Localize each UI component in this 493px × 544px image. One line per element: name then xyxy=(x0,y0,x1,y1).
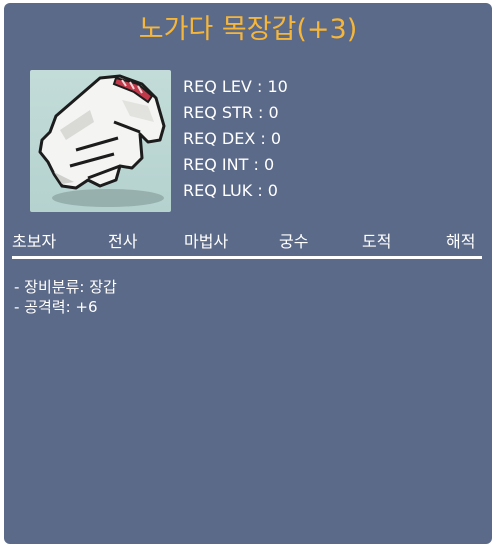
item-title: 노가다 목장갑(+3) xyxy=(138,14,358,45)
stat-equipment-type: - 장비분류: 장갑 xyxy=(14,278,117,296)
job-bowman: 궁수 xyxy=(279,232,309,251)
job-magician: 마법사 xyxy=(184,232,229,251)
requirements-list: REQ LEV : 10 REQ STR : 0 REQ DEX : 0 REQ… xyxy=(183,74,288,204)
job-warrior: 전사 xyxy=(108,232,138,251)
job-pirate: 해적 xyxy=(446,232,476,251)
stat-attack: - 공격력: +6 xyxy=(14,298,98,316)
white-work-glove-icon xyxy=(38,74,166,207)
job-thief: 도적 xyxy=(362,232,392,251)
item-tooltip: 노가다 목장갑(+3) REQ LEV : 10 REQ STR : 0 REQ… xyxy=(4,3,492,544)
divider xyxy=(12,256,482,259)
req-int: REQ INT : 0 xyxy=(183,155,275,174)
item-image xyxy=(30,70,171,212)
req-luk: REQ LUK : 0 xyxy=(183,181,278,200)
job-beginner: 초보자 xyxy=(12,232,57,251)
req-str: REQ STR : 0 xyxy=(183,103,279,122)
req-level: REQ LEV : 10 xyxy=(183,77,288,96)
req-dex: REQ DEX : 0 xyxy=(183,129,282,148)
job-list: 초보자 전사 마법사 궁수 도적 해적 xyxy=(4,228,492,252)
item-stats: - 장비분류: 장갑 - 공격력: +6 xyxy=(14,277,117,317)
